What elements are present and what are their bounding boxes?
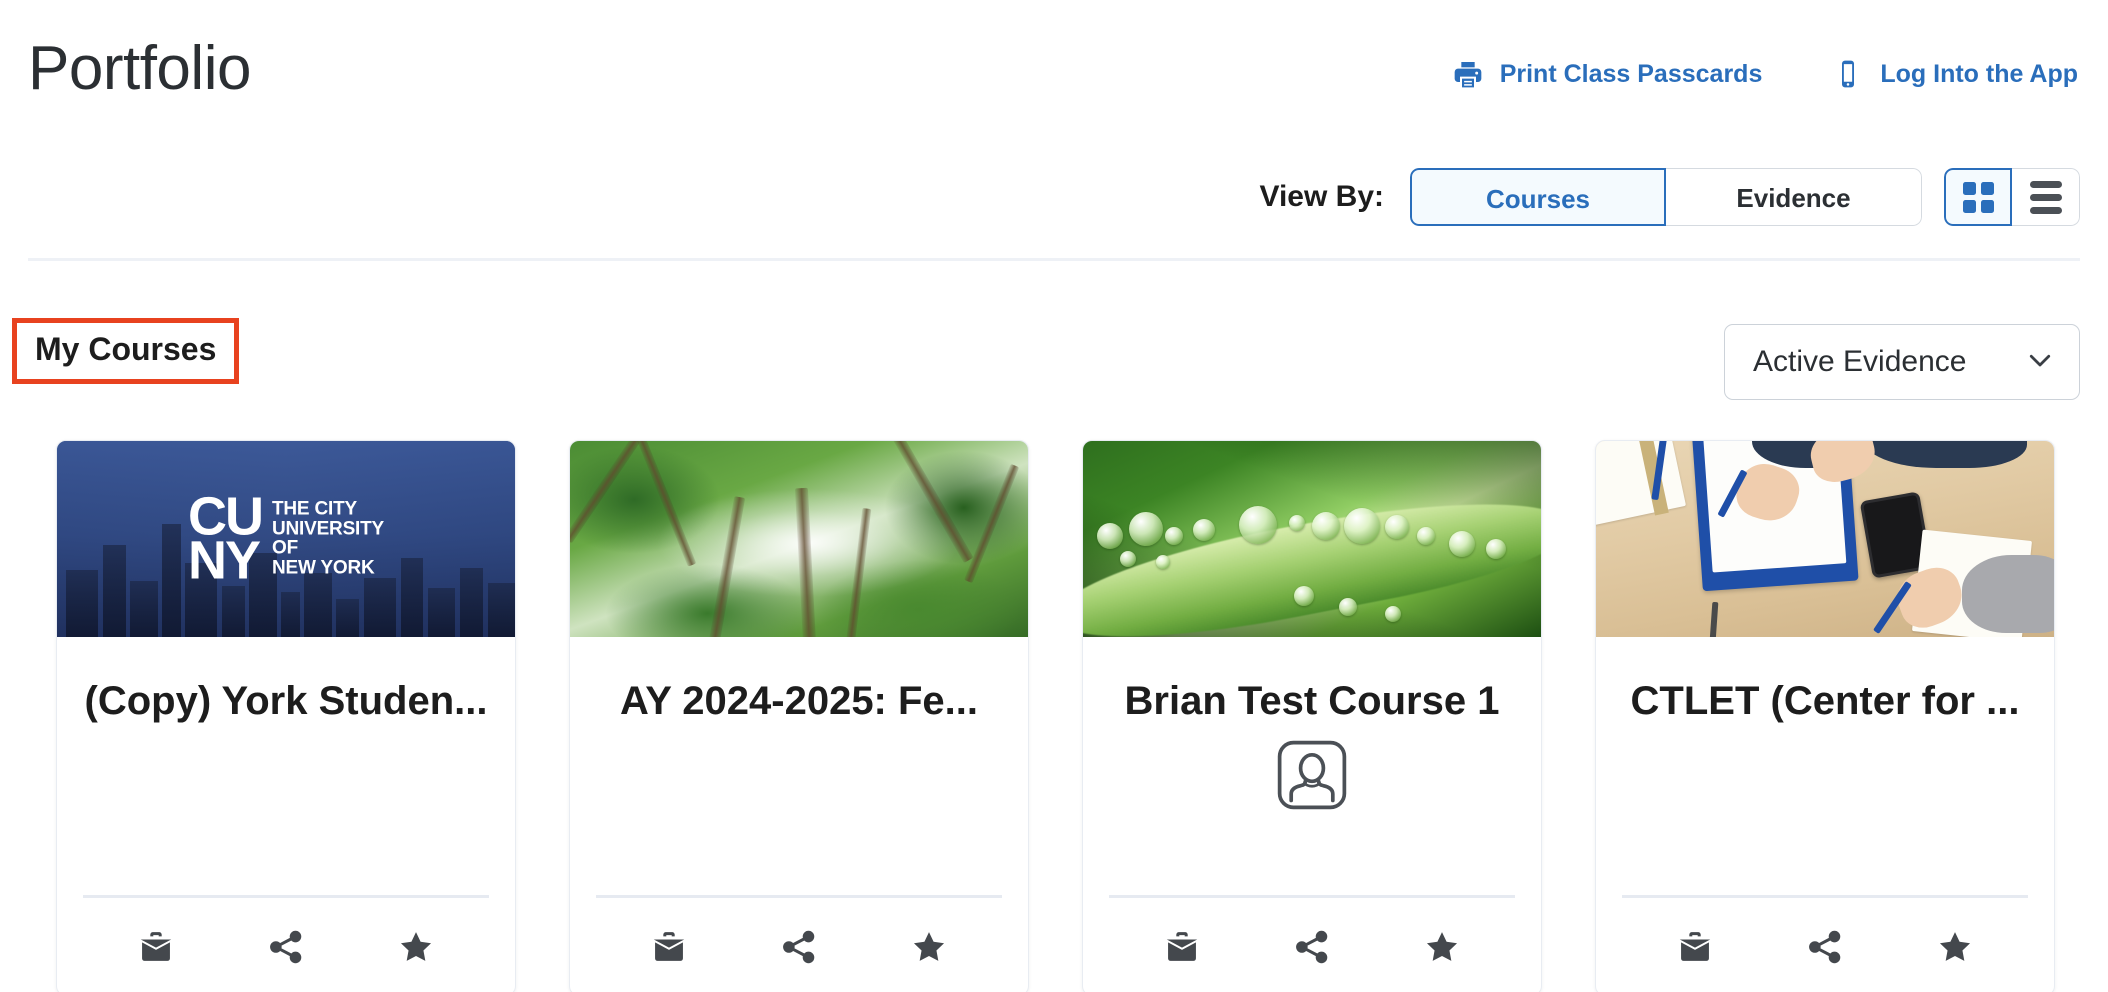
view-by-toolbar: View By: Courses Evidence	[1259, 168, 2080, 226]
course-card[interactable]: CTLET (Center for ...	[1595, 440, 2055, 992]
layout-toggle-group	[1944, 168, 2080, 226]
portfolio-icon-button[interactable]	[640, 924, 698, 973]
mobile-phone-icon	[1832, 58, 1864, 90]
course-title: Brian Test Course 1	[1124, 679, 1500, 723]
card-actions	[1622, 895, 2028, 992]
printer-icon	[1452, 58, 1484, 90]
tab-evidence[interactable]: Evidence	[1666, 168, 1922, 226]
course-title: (Copy) York Studen...	[84, 679, 488, 723]
evidence-filter-value: Active Evidence	[1753, 345, 1967, 378]
share-icon	[780, 928, 818, 969]
view-by-label: View By:	[1259, 180, 1385, 213]
list-view-button[interactable]	[2012, 168, 2080, 226]
card-actions	[1109, 895, 1515, 992]
star-icon-button[interactable]	[900, 924, 958, 973]
share-icon-button[interactable]	[770, 924, 828, 973]
log-into-the-app-link[interactable]: Log Into the App	[1832, 58, 2078, 90]
page-header: Portfolio Print Class Passcards Log Into…	[0, 0, 2108, 140]
course-card-grid: CU NY The City University of New York (Copy)…	[56, 440, 2055, 992]
user-placeholder-icon	[1275, 738, 1349, 812]
course-title: CTLET (Center for ...	[1630, 679, 2020, 723]
star-icon-button[interactable]	[1926, 924, 1984, 973]
course-card[interactable]: CU NY The City University of New York (Copy)…	[56, 440, 516, 992]
header-divider	[28, 258, 2080, 261]
share-icon	[1293, 928, 1331, 969]
cuny-logo-wordmark: The City University of New York	[271, 498, 385, 579]
share-icon	[1806, 928, 1844, 969]
my-courses-highlight: My Courses	[12, 318, 240, 384]
card-body: (Copy) York Studen...	[57, 637, 515, 992]
portfolio-icon-button[interactable]	[1666, 924, 1724, 973]
share-icon-button[interactable]	[257, 924, 315, 973]
portfolio-page: Portfolio Print Class Passcards Log Into…	[0, 0, 2108, 992]
cuny-skyline-image: CU NY The City University of New York	[57, 441, 515, 637]
portfolio-icon	[650, 928, 688, 969]
star-icon	[910, 928, 948, 969]
chevron-down-icon	[2025, 345, 2055, 380]
grid-icon	[1962, 181, 1994, 213]
log-into-the-app-label: Log Into the App	[1880, 59, 2078, 88]
print-class-passcards-link[interactable]: Print Class Passcards	[1452, 58, 1763, 90]
share-icon	[267, 928, 305, 969]
section-header: My Courses Active Evidence	[0, 318, 2080, 400]
course-card[interactable]: AY 2024-2025: Fe...	[569, 440, 1029, 992]
portfolio-icon	[1163, 928, 1201, 969]
grid-view-button[interactable]	[1944, 168, 2012, 226]
share-icon-button[interactable]	[1283, 924, 1341, 973]
dew-on-leaf-image	[1083, 441, 1541, 637]
share-icon-button[interactable]	[1796, 924, 1854, 973]
card-actions	[83, 895, 489, 992]
students-writing-at-desk-image	[1596, 441, 2054, 637]
evidence-filter-select[interactable]: Active Evidence	[1724, 324, 2080, 400]
page-title: Portfolio	[28, 34, 251, 103]
header-links: Print Class Passcards Log Into the App	[1452, 58, 2078, 90]
view-mode-segmented-control: Courses Evidence	[1410, 168, 1922, 226]
star-icon-button[interactable]	[387, 924, 445, 973]
portfolio-icon-button[interactable]	[1153, 924, 1211, 973]
cuny-logo-mark: CU NY	[187, 486, 264, 591]
star-icon	[1423, 928, 1461, 969]
course-title: AY 2024-2025: Fe...	[619, 679, 979, 723]
portfolio-icon	[137, 928, 175, 969]
star-icon-button[interactable]	[1413, 924, 1471, 973]
portfolio-icon	[1676, 928, 1714, 969]
card-actions	[596, 895, 1002, 992]
course-card[interactable]: Brian Test Course 1	[1082, 440, 1542, 992]
leaf-blade-decoration	[1083, 475, 1541, 637]
print-class-passcards-label: Print Class Passcards	[1499, 59, 1763, 88]
star-icon	[397, 928, 435, 969]
card-body: CTLET (Center for ...	[1596, 637, 2054, 992]
card-body: AY 2024-2025: Fe...	[570, 637, 1028, 992]
tab-courses[interactable]: Courses	[1410, 168, 1666, 226]
my-courses-title: My Courses	[35, 331, 217, 367]
card-body: Brian Test Course 1	[1083, 637, 1541, 992]
portfolio-icon-button[interactable]	[127, 924, 185, 973]
list-icon	[2029, 180, 2062, 214]
forest-canopy-image	[570, 441, 1028, 637]
star-icon	[1936, 928, 1974, 969]
cuny-logo: CU NY The City University of New York	[187, 486, 385, 591]
